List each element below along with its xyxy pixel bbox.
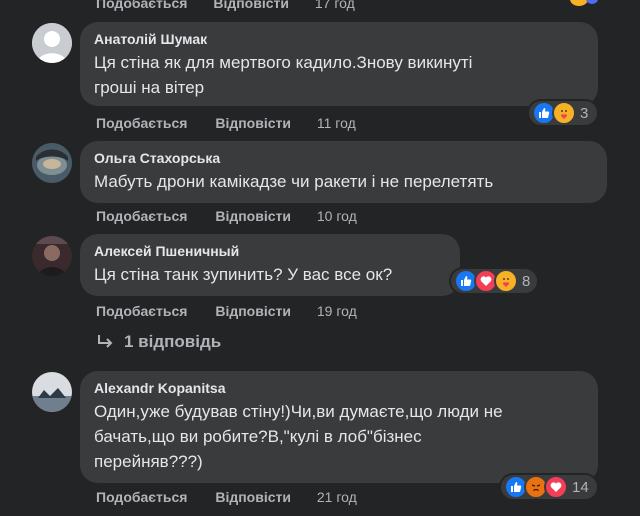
reply-link[interactable]: Відповісти bbox=[215, 303, 291, 319]
like-link[interactable]: Подобається bbox=[96, 489, 187, 505]
like-link[interactable]: Подобається bbox=[96, 115, 187, 131]
love-icon bbox=[544, 475, 568, 499]
previous-comment-actions: Подобається Відповісти 17 год bbox=[96, 0, 377, 11]
like-link[interactable]: Подобається bbox=[96, 303, 187, 319]
reply-link[interactable]: Відповісти bbox=[215, 115, 291, 131]
like-link[interactable]: Подобається bbox=[96, 0, 187, 11]
comment-bubble: Алексей Пшеничный Ця стіна танк зупинить… bbox=[80, 234, 460, 296]
view-replies-link[interactable]: 1 відповідь bbox=[96, 332, 221, 352]
reaction-count: 3 bbox=[580, 104, 589, 122]
reactions-summary[interactable]: 3 bbox=[529, 101, 597, 125]
comment-actions: Подобається Відповісти 21 год bbox=[96, 489, 357, 505]
comment-bubble: Alexandr Kopanitsa Один,уже будував стін… bbox=[80, 371, 598, 483]
avatar[interactable] bbox=[32, 143, 72, 183]
user-photo-icon bbox=[32, 372, 72, 412]
user-photo-icon bbox=[32, 143, 72, 183]
reaction-count: 14 bbox=[572, 478, 589, 496]
reply-link[interactable]: Відповісти bbox=[213, 0, 289, 11]
user-photo-icon bbox=[32, 236, 72, 276]
comment-time[interactable]: 21 год bbox=[317, 489, 357, 505]
like-link[interactable]: Подобається bbox=[96, 208, 187, 224]
comment-bubble: Анатолій Шумак Ця стіна як для мертвого … bbox=[80, 22, 598, 106]
comment-actions: Подобається Відповісти 19 год bbox=[96, 303, 357, 319]
comment-time[interactable]: 17 год bbox=[315, 0, 355, 11]
reactions-summary[interactable]: 8 bbox=[451, 269, 537, 293]
comment-time[interactable]: 10 год bbox=[317, 208, 357, 224]
comment-time[interactable]: 11 год bbox=[317, 115, 356, 131]
comment-text: Мабуть дрони камікадзе чи ракети і не пе… bbox=[94, 172, 494, 191]
comment-time[interactable]: 19 год bbox=[317, 303, 357, 319]
reply-link[interactable]: Відповісти bbox=[215, 208, 291, 224]
avatar[interactable] bbox=[32, 236, 72, 276]
comment-text: Один,уже будував стіну!)Чи,ви думаєте,що… bbox=[94, 402, 503, 471]
default-avatar-icon bbox=[32, 23, 72, 63]
comment-author[interactable]: Алексей Пшеничный bbox=[94, 242, 448, 260]
reactions-summary[interactable]: 14 bbox=[501, 475, 597, 499]
reply-arrow-icon bbox=[98, 335, 113, 348]
comment-actions: Подобається Відповісти 11 год bbox=[96, 115, 356, 131]
comment-author[interactable]: Alexandr Kopanitsa bbox=[94, 379, 586, 397]
comment-author[interactable]: Анатолій Шумак bbox=[94, 30, 586, 48]
care-icon bbox=[570, 0, 588, 6]
comment-text: Ця стіна як для мертвого кадило.Знову ви… bbox=[94, 53, 473, 97]
avatar[interactable] bbox=[32, 23, 72, 63]
reply-link[interactable]: Відповісти bbox=[215, 489, 291, 505]
reaction-count: 8 bbox=[522, 272, 531, 290]
comment-author[interactable]: Ольга Стахорська bbox=[94, 149, 595, 167]
comment-bubble: Ольга Стахорська Мабуть дрони камікадзе … bbox=[80, 141, 607, 203]
comment-actions: Подобається Відповісти 10 год bbox=[96, 208, 357, 224]
replies-count-label: 1 відповідь bbox=[124, 332, 222, 351]
care-icon bbox=[552, 101, 576, 125]
care-icon bbox=[494, 269, 518, 293]
like-icon bbox=[586, 0, 598, 4]
avatar[interactable] bbox=[32, 372, 72, 412]
comment-text: Ця стіна танк зупинить? У вас все ок? bbox=[94, 265, 393, 284]
